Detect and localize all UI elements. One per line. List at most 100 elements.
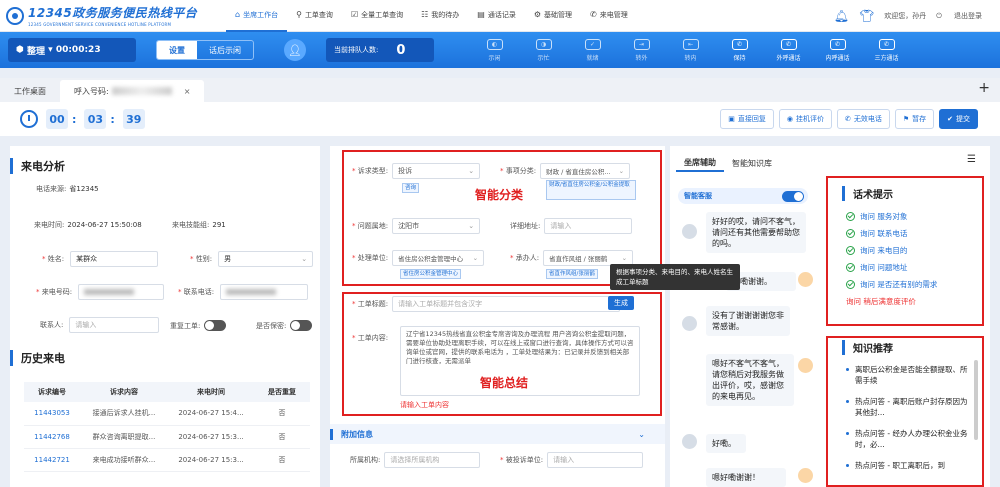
main-nav: ⌂ 坐席工作台 ⚲ 工单查询 ☑ 全量工单查询 ☷ 我的待办 ▤ 通话记录 ⚙ 基础管理 ✆… <box>226 0 637 32</box>
phone-icon: ✆ <box>590 10 597 19</box>
chat-message: 没有了谢谢谢谢您非常感谢。 <box>706 306 790 336</box>
submit-button[interactable]: ✔ 提交 <box>939 109 978 129</box>
duplicate-ticket-toggle[interactable] <box>204 320 227 331</box>
agent-avatar <box>798 468 813 483</box>
settings-button[interactable]: 设置 <box>157 41 197 59</box>
call-tools: ◐ 示闲 ◑ 示忙 ✓ 就绪 ⇥ 转外 ⇤ 转内 ✆ 保持 ✆ 外呼通话 ✆ 内呼通话 ✆ 三方通… <box>470 32 911 68</box>
call-hours: 00 <box>46 109 68 129</box>
internal-call-icon: ✆ <box>829 38 846 50</box>
masked-number <box>111 87 172 95</box>
state-timer: 00:00:23 <box>55 45 101 55</box>
nav-item-ticket-query[interactable]: ⚲ 工单查询 <box>287 0 342 32</box>
customer-avatar <box>682 434 697 449</box>
agent-state-timer[interactable]: ⬢ 整理 ▾ 00:00:23 <box>8 38 136 62</box>
logo-icon <box>6 6 24 25</box>
clock-icon <box>20 110 38 128</box>
close-icon[interactable]: × <box>184 87 191 96</box>
chat-message: 好嘞。 <box>706 434 746 453</box>
busy-icon: ◑ <box>535 38 552 50</box>
after-call-mode: 设置 话后示闲 <box>156 40 254 60</box>
queue-counter: 当前排队人数: 0 <box>326 38 434 62</box>
table-row[interactable]: 11442721 来电成功接听群众... 2024-06-27 15:3... 否 <box>24 448 310 472</box>
tool-idle[interactable]: ◐ 示闲 <box>470 32 519 68</box>
tab-knowledge-base[interactable]: 智能知识库 <box>724 154 780 172</box>
gear-icon: ⚙ <box>533 10 542 19</box>
script-tips-highlight <box>826 176 984 326</box>
tool-busy[interactable]: ◑ 示忙 <box>519 32 568 68</box>
tool-ready[interactable]: ✓ 就绪 <box>568 32 617 68</box>
extra-info-header[interactable]: 附加信息 ⌄ <box>330 424 665 444</box>
table-row[interactable]: 11442768 群众咨询离职提取... 2024-06-27 15:3... 否 <box>24 425 310 449</box>
ready-icon: ✓ <box>584 38 601 50</box>
contact-name-input[interactable]: 请输入 <box>69 317 160 333</box>
idle-icon: ◐ <box>486 38 503 50</box>
welcome-text: 欢迎您，孙丹 <box>884 11 927 20</box>
transfer-out-icon: ⇥ <box>633 38 650 50</box>
agent-avatar <box>798 272 813 287</box>
tab-incoming-call[interactable]: 呼入号码: × <box>60 80 205 102</box>
call-toolbar: ⬢ 整理 ▾ 00:00:23 设置 话后示闲 👤︎ 当前排队人数: 0 ◐ 示闲… <box>0 32 1000 68</box>
name-field[interactable]: 某群众 <box>70 251 159 267</box>
generate-tooltip: 根据事项分类、来电目的、来电人姓名生成工单标题 <box>610 264 740 290</box>
complained-unit-input[interactable]: 请输入 <box>547 452 644 468</box>
call-time: 2024-06-27 15:50:08 <box>67 221 142 229</box>
phone-icon: ✆ <box>844 115 851 123</box>
chat-message: 嗯好嘞谢谢！ <box>706 468 786 487</box>
knowledge-highlight <box>826 336 984 487</box>
contact-phone-field[interactable] <box>220 284 309 300</box>
menu-icon[interactable]: ☰ <box>967 154 976 165</box>
save-draft-button[interactable]: ⚑ 暂存 <box>894 109 935 129</box>
chat-message: 嗯好不客气不客气，请您稍后对我服务做出评价，哎，感谢您的来电再见。 <box>706 354 794 406</box>
workspace-tabs: 工作桌面 呼入号码: × <box>0 78 1000 102</box>
agent-state: 整理 <box>27 46 46 57</box>
tool-hold[interactable]: ✆ 保持 <box>715 32 764 68</box>
nav-item-base-manage[interactable]: ⚙ 基础管理 <box>525 0 581 32</box>
history-calls-title: 历史来电 <box>10 350 65 366</box>
nav-item-call-records[interactable]: ▤ 通话记录 <box>468 0 525 32</box>
customer-avatar <box>682 316 697 331</box>
reply-icon: ▣ <box>728 115 735 123</box>
shirt-icon[interactable]: 👕︎ <box>859 9 874 23</box>
nav-item-call-manage[interactable]: ✆ 来电管理 <box>581 0 637 32</box>
hold-icon: ✆ <box>731 38 748 50</box>
tool-outbound-call[interactable]: ✆ 外呼通话 <box>764 32 813 68</box>
after-call-idle-button[interactable]: 话后示闲 <box>197 41 253 59</box>
logout-link[interactable]: ⏻ 退出登录 <box>936 11 982 21</box>
nav-item-workbench[interactable]: ⌂ 坐席工作台 <box>226 0 288 32</box>
call-minutes: 03 <box>84 109 107 129</box>
chat-message: 好好的哎，请问不客气，请问还有其他需要帮助您的吗。 <box>706 212 806 253</box>
direct-reply-button[interactable]: ▣ 直接回复 <box>720 109 774 129</box>
bell-icon[interactable]: 🔔︎ <box>834 9 849 23</box>
chevron-down-icon: ⌄ <box>301 255 308 263</box>
tool-transfer-out[interactable]: ⇥ 转外 <box>617 32 666 68</box>
queue-count: 0 <box>396 42 406 58</box>
action-bar: 00 : 03 : 39 ▣ 直接回复 ◉ 挂机评价 ✆ 无效电话 ⚑ 暂存 ✔ 提交 <box>0 102 1000 136</box>
search-icon: ⚲ <box>296 10 302 19</box>
tool-transfer-in[interactable]: ⇤ 转内 <box>666 32 715 68</box>
skill-group: 291 <box>212 221 226 229</box>
tool-three-way-call[interactable]: ✆ 三方通话 <box>862 32 911 68</box>
tab-agent-assist[interactable]: 坐席辅助 <box>676 154 724 172</box>
agent-avatar-icon: 👤︎ <box>284 39 306 61</box>
hangup-rate-button[interactable]: ◉ 挂机评价 <box>778 109 832 129</box>
tab-desk[interactable]: 工作桌面 <box>0 80 60 102</box>
nav-item-todo[interactable]: ☷ 我的待办 <box>412 0 468 32</box>
add-tab-icon[interactable]: + <box>978 80 990 96</box>
three-way-call-icon: ✆ <box>878 38 895 50</box>
confidential-toggle[interactable] <box>290 320 313 331</box>
nav-item-all-tickets[interactable]: ☑ 全量工单查询 <box>342 0 412 32</box>
check-icon: ✔ <box>947 115 953 123</box>
ai-service-toggle[interactable] <box>782 190 804 202</box>
collapse-icon[interactable]: ⌄ <box>638 430 645 439</box>
tool-internal-call[interactable]: ✆ 内呼通话 <box>813 32 862 68</box>
list-icon: ☷ <box>421 10 429 19</box>
top-nav: 12345政务服务便民热线平台 12345 GOVERNMENT SERVICE… <box>0 0 1000 32</box>
gender-select[interactable]: 男 ⌄ <box>218 251 314 267</box>
org-select[interactable]: 请选择所属机构 <box>384 452 481 468</box>
app-subtitle: 12345 GOVERNMENT SERVICE CONVENIENCE HOT… <box>28 22 172 27</box>
table-row[interactable]: 11443053 接通后诉求人挂机... 2024-06-27 15:4... 否 <box>24 402 310 426</box>
history-table: 诉求编号 诉求内容 来电时间 是否重复 11443053 接通后诉求人挂机... 2… <box>24 382 310 472</box>
invalid-call-button[interactable]: ✆ 无效电话 <box>836 109 890 129</box>
caller-number-field[interactable] <box>78 284 165 300</box>
ai-summary-highlight <box>342 292 662 416</box>
